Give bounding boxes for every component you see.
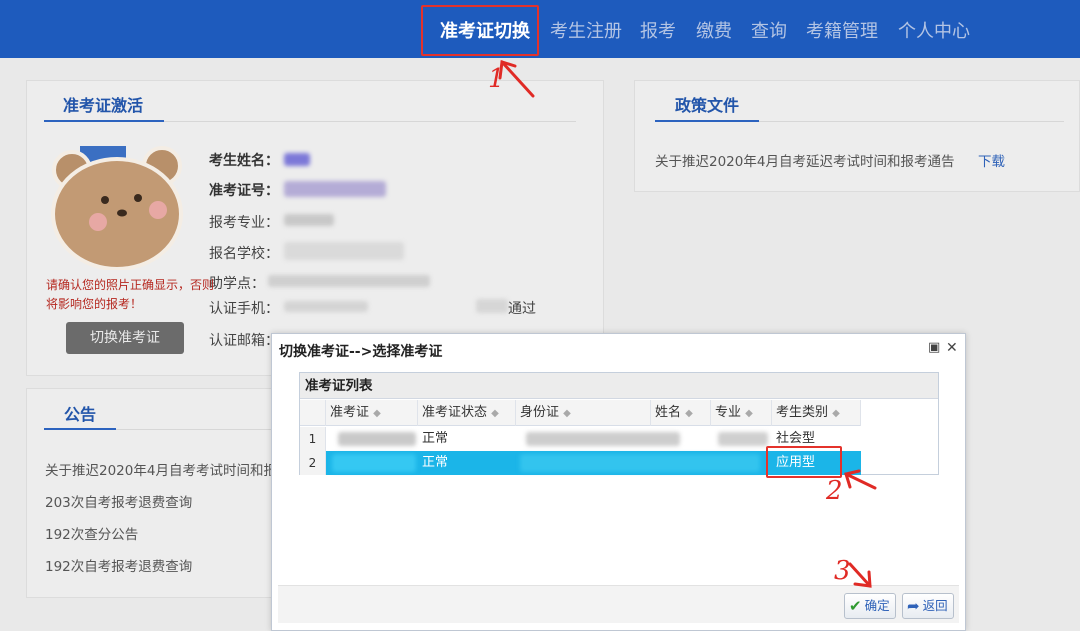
annotation-arrows [498,60,877,588]
